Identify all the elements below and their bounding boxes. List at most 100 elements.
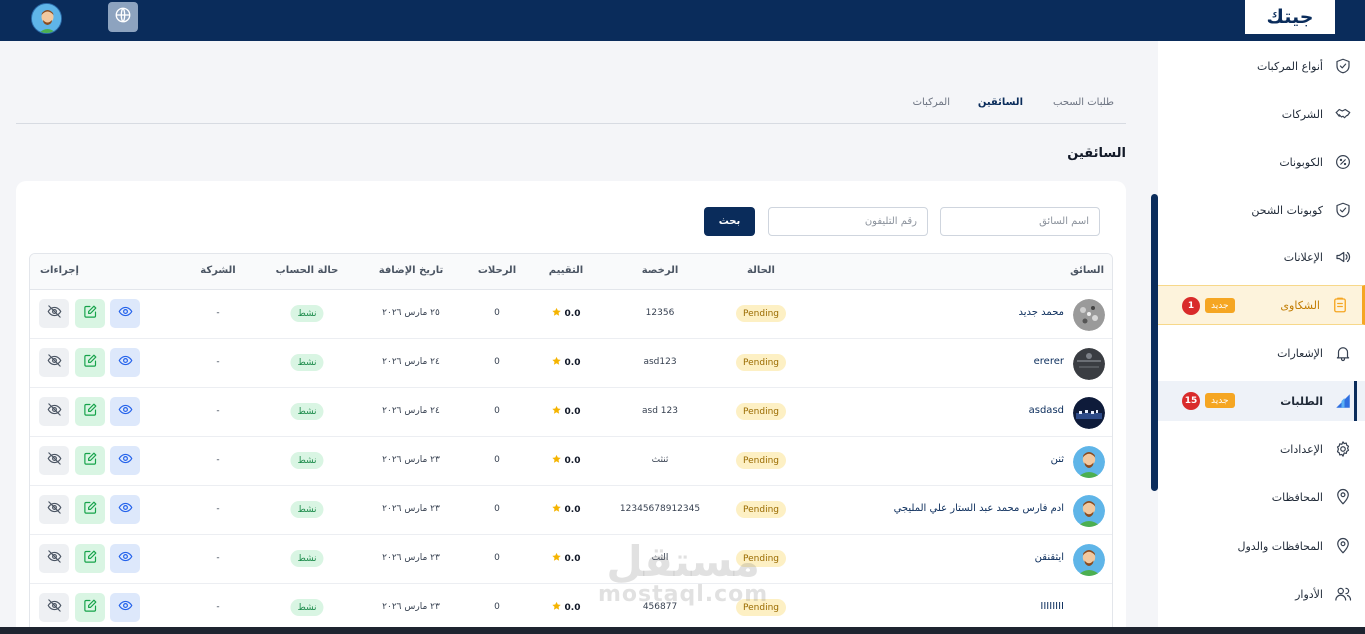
sidebar-item-5[interactable]: الإعلانات	[1158, 237, 1365, 277]
bell-icon	[1333, 343, 1353, 363]
license-value: 456877	[642, 602, 678, 612]
sidebar-item-8[interactable]: الطلبات جديد 15	[1158, 381, 1365, 421]
view-button[interactable]	[110, 495, 140, 524]
table-row: asdasd Pending asd 123 0.0 0 ٢٤ مارس ٢٠٢٦ نشط -	[30, 388, 1112, 437]
view-button[interactable]	[110, 446, 140, 475]
edit-button[interactable]	[75, 397, 105, 426]
sidebar-item-3[interactable]: الكوبونات	[1158, 142, 1365, 182]
view-button[interactable]	[110, 397, 140, 426]
added-date: ٢٤ مارس ٢٠٢٦	[382, 406, 440, 416]
license-value: asd 123	[642, 406, 678, 416]
license-value: 12345678912345	[619, 504, 701, 514]
edit-icon	[83, 598, 98, 617]
driver-name-input[interactable]	[940, 207, 1100, 236]
hide-button[interactable]	[39, 544, 69, 573]
sidebar-item-6[interactable]: الشكاوى جديد 1	[1158, 285, 1365, 325]
hide-button[interactable]	[39, 593, 69, 622]
header-rating: التقييم	[548, 265, 584, 276]
sidebar-item-label: الأدوار	[1295, 587, 1323, 601]
company-value: -	[216, 406, 220, 416]
sidebar-scrollbar[interactable]	[1151, 194, 1158, 491]
chart-icon	[1333, 391, 1353, 411]
edit-icon	[83, 500, 98, 519]
tab-tow-requests[interactable]: طلبات السحب	[1053, 97, 1114, 108]
driver-name[interactable]: محمد جديد	[1019, 307, 1064, 318]
account-status-badge: نشط	[290, 550, 324, 567]
tab-vehicles[interactable]: المركبات	[913, 97, 950, 108]
rating-number: 0.0	[564, 308, 581, 319]
edit-button[interactable]	[75, 544, 105, 573]
edit-button[interactable]	[75, 593, 105, 622]
eye-off-icon	[47, 353, 62, 372]
trips-value: 0	[494, 553, 500, 563]
company-value: -	[216, 602, 220, 612]
handshake-icon	[1333, 104, 1353, 124]
view-button[interactable]	[110, 348, 140, 377]
language-button[interactable]	[108, 2, 138, 32]
status-badge: Pending	[736, 452, 786, 469]
logo-text: جيتك	[1266, 6, 1315, 28]
edit-button[interactable]	[75, 299, 105, 328]
shield-check-icon	[1333, 56, 1353, 76]
status-badge: Pending	[736, 501, 786, 518]
header-trips: الرحلات	[477, 265, 517, 276]
header-added-date: تاريخ الإضافة	[378, 265, 444, 276]
rating-number: 0.0	[564, 602, 581, 613]
hide-button[interactable]	[39, 299, 69, 328]
account-status-badge: نشط	[290, 452, 324, 469]
percent-badge-icon	[1333, 152, 1353, 172]
view-button[interactable]	[110, 544, 140, 573]
hide-button[interactable]	[39, 348, 69, 377]
hide-button[interactable]	[39, 397, 69, 426]
view-button[interactable]	[110, 299, 140, 328]
sidebar-item-label: الإعلانات	[1283, 250, 1323, 264]
phone-input[interactable]	[768, 207, 928, 236]
sidebar-item-4[interactable]: كوبونات الشحن	[1158, 190, 1365, 230]
sidebar-item-9[interactable]: الإعدادات	[1158, 429, 1365, 469]
driver-name[interactable]: IIIIIIII	[1040, 601, 1064, 612]
license-value: ثنثث	[651, 455, 669, 465]
trips-value: 0	[494, 504, 500, 514]
sidebar-item-7[interactable]: الإشعارات	[1158, 333, 1365, 373]
header-company: الشركة	[200, 265, 236, 276]
eye-icon	[118, 598, 133, 617]
driver-avatar	[1073, 299, 1105, 331]
sidebar-item-2[interactable]: الشركات	[1158, 94, 1365, 134]
map-pin-icon	[1333, 487, 1353, 507]
added-date: ٢٥ مارس ٢٠٢٦	[382, 308, 440, 318]
count-badge: 15	[1182, 392, 1200, 410]
sidebar-item-1[interactable]: أنواع المركبات	[1158, 46, 1365, 86]
driver-name[interactable]: ثنن	[1051, 454, 1064, 465]
eye-icon	[118, 500, 133, 519]
rating-value: 0.0	[552, 552, 580, 565]
edit-button[interactable]	[75, 495, 105, 524]
sidebar-item-label: الإشعارات	[1277, 346, 1323, 360]
edit-button[interactable]	[75, 446, 105, 475]
company-value: -	[216, 504, 220, 514]
hide-button[interactable]	[39, 495, 69, 524]
star-icon	[552, 601, 562, 614]
brand-logo[interactable]: جيتك	[1245, 0, 1335, 34]
sidebar-item-10[interactable]: المحافظات	[1158, 477, 1365, 517]
driver-name[interactable]: asdasd	[1029, 405, 1064, 416]
search-button[interactable]: بحث	[704, 207, 755, 236]
new-badge: جديد	[1205, 393, 1235, 408]
driver-avatar	[1073, 544, 1105, 576]
header-status: الحالة	[747, 265, 775, 276]
edit-button[interactable]	[75, 348, 105, 377]
driver-name[interactable]: ererer	[1034, 356, 1064, 367]
edit-icon	[83, 304, 98, 323]
hide-button[interactable]	[39, 446, 69, 475]
account-status-badge: نشط	[290, 305, 324, 322]
driver-name[interactable]: ادم فارس محمد عبد الستار علي المليجي	[894, 503, 1064, 514]
tab-drivers[interactable]: السائقين	[978, 97, 1023, 108]
user-avatar[interactable]	[31, 3, 62, 34]
status-badge: Pending	[736, 403, 786, 420]
sidebar-item-12[interactable]: الأدوار	[1158, 574, 1365, 614]
account-status-badge: نشط	[290, 403, 324, 420]
eye-icon	[118, 353, 133, 372]
view-button[interactable]	[110, 593, 140, 622]
sidebar-item-11[interactable]: المحافظات والدول	[1158, 526, 1365, 566]
driver-name[interactable]: ايثقنقن	[1035, 552, 1064, 563]
trips-value: 0	[494, 357, 500, 367]
